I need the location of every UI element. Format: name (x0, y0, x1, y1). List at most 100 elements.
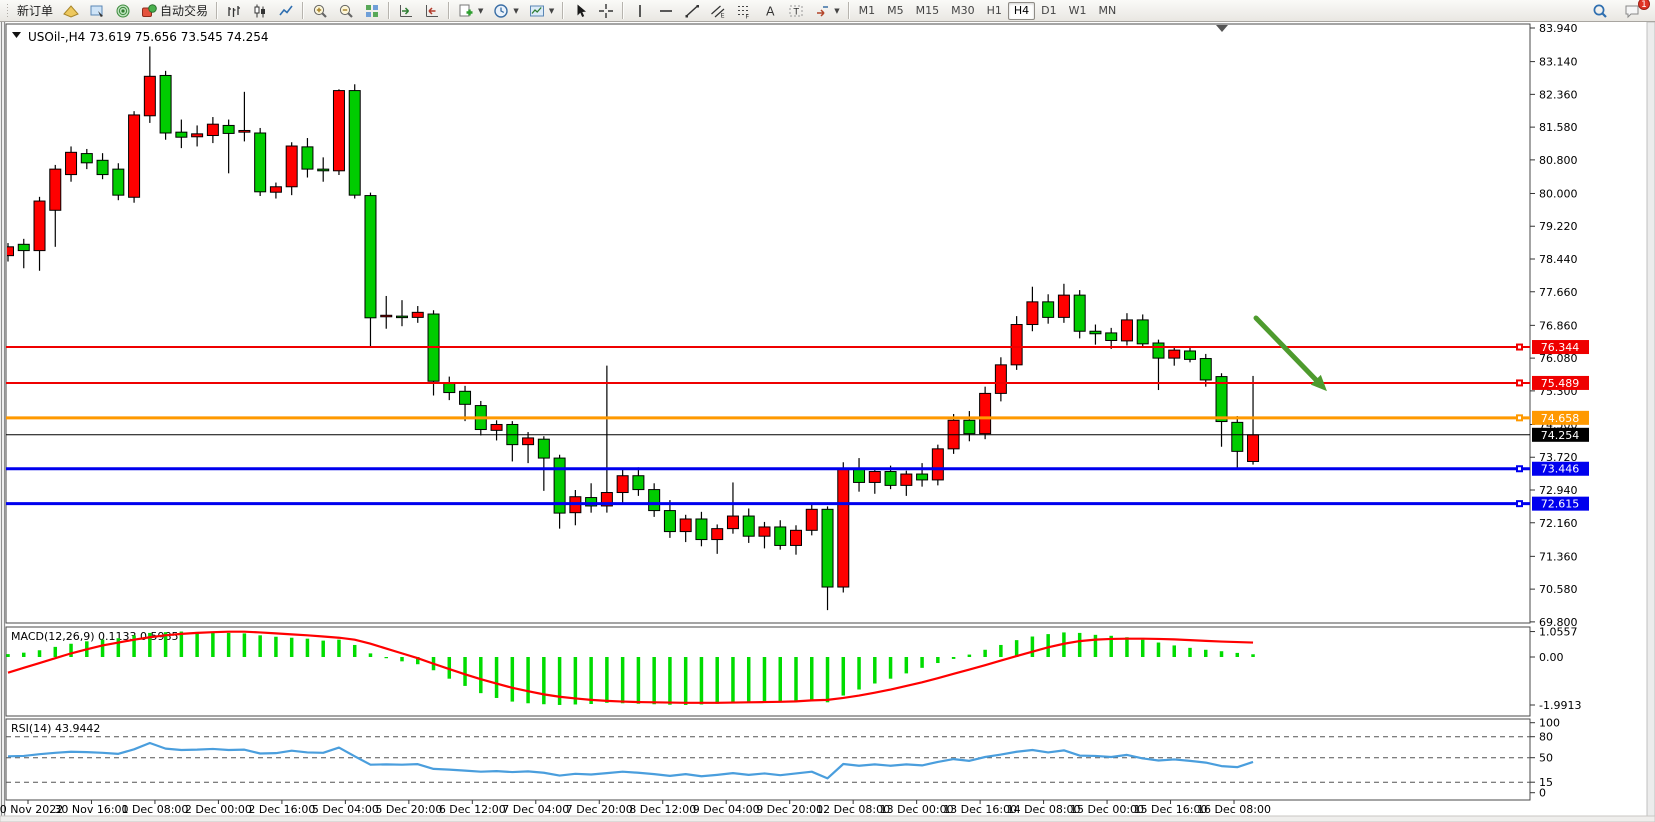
candlestick-chart-icon (252, 3, 268, 19)
price-tag-value: 76.344 (1541, 341, 1580, 354)
candle-body (97, 160, 108, 174)
timeframe-button-m1[interactable]: M1 (853, 2, 882, 20)
toolbar-separator (388, 2, 390, 19)
candle-body (806, 509, 817, 530)
toolbar-grip (6, 3, 10, 19)
price-axis-tick: 78.440 (1539, 253, 1578, 266)
time-axis-label: 5 Dec 04:00 (312, 803, 379, 816)
autotrading-button (141, 3, 157, 19)
fibonacci-icon[interactable]: F (731, 1, 757, 21)
timeframe-button-w1[interactable]: W1 (1063, 2, 1093, 20)
candle-body (239, 130, 250, 132)
candle-body (1169, 350, 1180, 358)
rsi-label: RSI(14) 43.9442 (11, 722, 100, 735)
candle-body (980, 393, 991, 433)
search-icon[interactable] (1587, 1, 1613, 21)
horizontal-line-icon[interactable] (653, 1, 679, 21)
arrows-icon (814, 3, 830, 19)
bar-chart-icon[interactable] (221, 1, 247, 21)
candle-body (1090, 331, 1101, 334)
text-icon[interactable]: A (757, 1, 783, 21)
equidistant-channel-icon[interactable]: E (705, 1, 731, 21)
price-tag-value: 73.446 (1541, 463, 1580, 476)
chevron-down-icon[interactable]: ▼ (834, 7, 839, 15)
notifications-icon[interactable]: 1 (1619, 1, 1645, 21)
chart-shift-icon[interactable] (419, 1, 445, 21)
price-axis-tick: 79.220 (1539, 220, 1578, 233)
time-axis-label: 16 Dec 08:00 (1197, 803, 1271, 816)
left-splitter[interactable] (0, 22, 6, 816)
new-order-button[interactable]: 新订单 (12, 1, 58, 21)
crosshair-icon[interactable] (593, 1, 619, 21)
price-axis-tick: 80.800 (1539, 154, 1578, 167)
text-label-icon[interactable]: T (783, 1, 809, 21)
periods-icon[interactable]: ▼ (488, 1, 523, 21)
timeframe-button-m15[interactable]: M15 (910, 2, 946, 20)
candle-body (113, 169, 124, 195)
data-window-icon[interactable] (84, 1, 110, 21)
timeframe-button-h1[interactable]: H1 (981, 2, 1008, 20)
main-toolbar: 新订单 自动交易 ▼ ▼ ▼ EFAT ▼ M1M5M15M30H1H4D1W1MN 1 (0, 0, 1655, 22)
price-tag-value: 75.489 (1541, 377, 1580, 390)
bar-chart-icon (226, 3, 242, 19)
candle-body (318, 169, 329, 171)
vertical-line-icon (632, 3, 648, 19)
arrows-icon[interactable]: ▼ (809, 1, 844, 21)
templates-icon (529, 3, 545, 19)
candle-body (286, 146, 297, 187)
candle-body (1232, 422, 1243, 451)
candle-body (1137, 320, 1148, 344)
candle-body (1121, 320, 1132, 341)
autotrading-button[interactable]: 自动交易 (136, 1, 213, 21)
price-axis-tick: 70.580 (1539, 583, 1578, 596)
timeframe-button-d1[interactable]: D1 (1035, 2, 1062, 20)
price-axis-tick: 72.160 (1539, 517, 1578, 530)
templates-icon[interactable]: ▼ (524, 1, 559, 21)
crosshair-icon (598, 3, 614, 19)
candle-body (617, 476, 628, 493)
zoom-in-icon (312, 3, 328, 19)
chevron-down-icon[interactable]: ▼ (549, 7, 554, 15)
toolbar-separator (448, 2, 450, 19)
vertical-line-icon[interactable] (627, 1, 653, 21)
timeframe-button-mn[interactable]: MN (1093, 2, 1123, 20)
price-chart-canvas[interactable]: 83.94083.14082.36081.58080.80080.00079.2… (0, 22, 1655, 822)
candlestick-chart-icon[interactable] (247, 1, 273, 21)
chevron-down-icon[interactable]: ▼ (513, 7, 518, 15)
equidistant-channel-icon: E (710, 3, 726, 19)
price-axis-tick: 83.940 (1539, 22, 1578, 35)
chevron-down-icon[interactable]: ▼ (478, 7, 483, 15)
line-chart-icon[interactable] (273, 1, 299, 21)
trendline-icon[interactable] (679, 1, 705, 21)
timeframe-button-h4[interactable]: H4 (1008, 2, 1035, 20)
time-axis-label: 7 Dec 20:00 (566, 803, 633, 816)
candle-body (854, 469, 865, 483)
tile-windows-icon[interactable] (359, 1, 385, 21)
candle-body (412, 312, 423, 317)
auto-scroll-icon[interactable] (393, 1, 419, 21)
mt4-window: { "toolbar": { "groups": [ {"items":[ {"… (0, 0, 1655, 822)
navigator-icon[interactable] (110, 1, 136, 21)
candle-body (223, 125, 234, 133)
rsi-axis-tick: 0 (1539, 787, 1546, 800)
candle-body (1074, 295, 1085, 331)
chart-window[interactable]: 83.94083.14082.36081.58080.80080.00079.2… (0, 22, 1655, 822)
toolbar-separator (562, 2, 564, 19)
time-axis-label: 8 Dec 12:00 (629, 803, 696, 816)
timeframe-button-m5[interactable]: M5 (881, 2, 910, 20)
market-watch-icon[interactable] (58, 1, 84, 21)
candle-body (1058, 295, 1069, 317)
new-chart-icon[interactable]: ▼ (453, 1, 488, 21)
timeframe-button-m30[interactable]: M30 (945, 2, 981, 20)
candle-body (838, 469, 849, 587)
zoom-out-icon[interactable] (333, 1, 359, 21)
candle-body (664, 511, 675, 532)
time-axis-label: 5 Dec 20:00 (375, 803, 442, 816)
cursor-icon[interactable] (567, 1, 593, 21)
time-axis-label: 6 Dec 12:00 (439, 803, 506, 816)
toolbar-right-icons: 1 (1587, 1, 1651, 21)
right-scrollbar[interactable] (1647, 22, 1655, 816)
zoom-in-icon[interactable] (307, 1, 333, 21)
price-axis-tick: 71.360 (1539, 550, 1578, 563)
time-axis-label: 9 Dec 20:00 (756, 803, 823, 816)
